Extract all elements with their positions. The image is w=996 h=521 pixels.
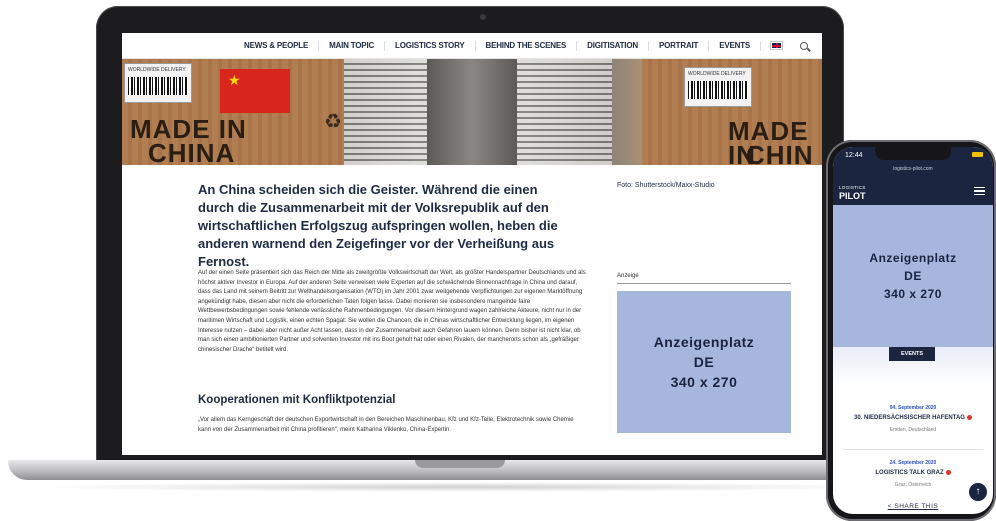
china-text-left: CHINA bbox=[148, 138, 236, 165]
share-icon: < bbox=[887, 503, 893, 510]
event-title: LOGISTICS TALK GRAZ bbox=[833, 470, 993, 476]
china-text-right: CHIN bbox=[746, 140, 814, 165]
event-item[interactable]: 04. September 2020 30. NIEDERSÄCHSISCHER… bbox=[833, 405, 993, 433]
event-title: 30. NIEDERSÄCHSISCHER HAFENTAG bbox=[833, 415, 993, 421]
ad-size: 340 x 270 bbox=[884, 287, 942, 301]
barcode-icon bbox=[688, 81, 748, 99]
uk-flag-icon[interactable] bbox=[770, 41, 784, 50]
nav-behind-the-scenes[interactable]: BEHIND THE SCENES bbox=[476, 40, 578, 51]
nav-events[interactable]: EVENTS bbox=[709, 40, 762, 51]
nav-digitisation[interactable]: DIGITISATION bbox=[577, 40, 649, 51]
ad-title: Anzeigenplatz bbox=[653, 334, 755, 350]
arrow-up-icon: ↑ bbox=[975, 486, 981, 497]
event-divider bbox=[843, 449, 983, 450]
address-bar[interactable]: logistics-pilot.com bbox=[833, 165, 993, 175]
hero-box-left: WORLDWIDE DELIVERY ★ MADE IN CHINA ♻ bbox=[122, 59, 344, 165]
hero-conveyor-belt bbox=[427, 59, 517, 165]
event-place: Emden, Deutschland bbox=[889, 427, 937, 434]
main-navigation: NEWS & PEOPLE MAIN TOPIC LOGISTICS STORY… bbox=[122, 33, 822, 59]
ad-region: DE bbox=[904, 269, 922, 283]
search-icon[interactable] bbox=[800, 41, 809, 50]
shipping-label-right: WORLDWIDE DELIVERY bbox=[684, 67, 752, 107]
menu-icon[interactable] bbox=[974, 187, 985, 195]
status-icons bbox=[972, 152, 983, 158]
events-tab[interactable]: EVENTS bbox=[889, 347, 935, 361]
barcode-icon bbox=[128, 77, 188, 95]
status-time: 12:44 bbox=[845, 152, 863, 159]
event-dot-icon bbox=[945, 470, 951, 475]
event-dot-icon bbox=[966, 415, 972, 420]
hero-image: WORLDWIDE DELIVERY ★ MADE IN CHINA ♻ WOR… bbox=[122, 59, 822, 165]
battery-icon bbox=[972, 152, 983, 157]
shipping-label-text: WORLDWIDE DELIVERY bbox=[688, 71, 746, 77]
sidebar-ad[interactable]: Anzeigenplatz DE 340 x 270 bbox=[617, 291, 791, 433]
article-subheading: Kooperationen mit Konfliktpotenzial bbox=[198, 394, 396, 406]
laptop-screen: NEWS & PEOPLE MAIN TOPIC LOGISTICS STORY… bbox=[122, 33, 822, 455]
event-date: 24. September 2020 bbox=[889, 460, 937, 466]
event-item[interactable]: 24. September 2020 LOGISTICS TALK GRAZ G… bbox=[833, 460, 993, 488]
hero-box-right: WORLDWIDE DELIVERY MADE IN CHIN bbox=[642, 59, 822, 165]
event-title-text: 30. NIEDERSÄCHSISCHER HAFENTAG bbox=[854, 415, 965, 422]
events-section: EVENTS bbox=[833, 347, 993, 387]
phone-notch bbox=[875, 147, 951, 160]
phone-screen: 12:44 logistics-pilot.com LOGISTICS PILO… bbox=[833, 147, 993, 514]
ad-title: Anzeigenplatz bbox=[869, 251, 957, 265]
china-flag-icon: ★ bbox=[220, 69, 290, 113]
ad-size: 340 x 270 bbox=[670, 374, 738, 390]
nav-portrait[interactable]: PORTRAIT bbox=[649, 40, 710, 51]
article-body: Auf der einen Seite präsentiert sich das… bbox=[198, 270, 586, 353]
scroll-to-top-button[interactable]: ↑ bbox=[969, 483, 987, 501]
logo-bottom-text: PILOT bbox=[839, 191, 866, 201]
mobile-header: LOGISTICS PILOT bbox=[833, 175, 993, 205]
nav-logistics-story[interactable]: LOGISTICS STORY bbox=[385, 40, 476, 51]
event-title-text: LOGISTICS TALK GRAZ bbox=[875, 470, 944, 477]
shipping-label-text: WORLDWIDE DELIVERY bbox=[128, 67, 186, 73]
share-link[interactable]: < SHARE THIS bbox=[833, 503, 993, 510]
laptop-camera bbox=[480, 14, 486, 20]
share-label: SHARE THIS bbox=[894, 503, 939, 510]
site-logo[interactable]: LOGISTICS PILOT bbox=[839, 184, 866, 201]
laptop-shadow bbox=[30, 482, 890, 492]
ad-caption: Anzeige bbox=[617, 273, 791, 284]
mobile-ad[interactable]: Anzeigenplatz DE 340 x 270 bbox=[833, 205, 993, 347]
ad-region: DE bbox=[693, 354, 715, 370]
event-date: 04. September 2020 bbox=[889, 405, 937, 411]
article-quote: „Vor allem das Kerngeschäft der deutsche… bbox=[198, 417, 574, 433]
shipping-label-left: WORLDWIDE DELIVERY bbox=[124, 63, 192, 103]
recycle-icon: ♻ bbox=[324, 111, 342, 133]
laptop-notch bbox=[415, 460, 505, 468]
photo-credit: Foto: Shutterstock/Maxx-Studio bbox=[617, 182, 715, 189]
nav-news-people[interactable]: NEWS & PEOPLE bbox=[234, 40, 320, 51]
article-lead: An China scheiden sich die Geister. Währ… bbox=[198, 182, 558, 269]
nav-main-topic[interactable]: MAIN TOPIC bbox=[319, 40, 386, 51]
address-url: logistics-pilot.com bbox=[893, 166, 933, 172]
